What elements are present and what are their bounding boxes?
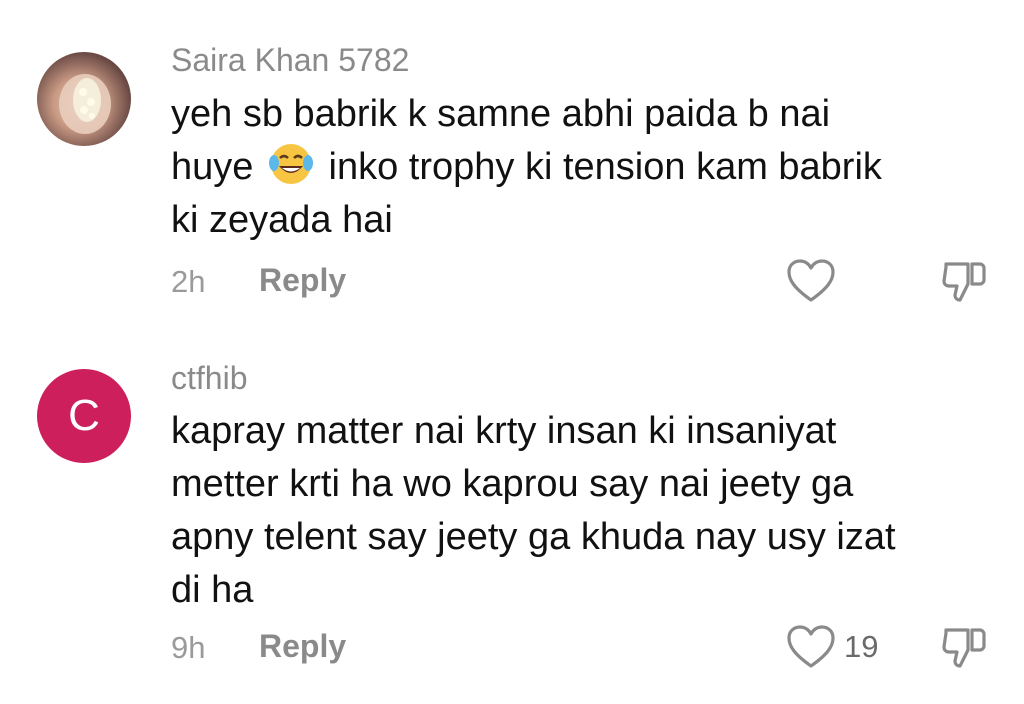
dislike-button[interactable] [940,258,988,309]
comment-timestamp: 9h [171,630,206,665]
avatar-letter: C [68,391,100,440]
like-button[interactable]: 19 [786,624,878,670]
reply-button[interactable]: Reply [259,628,346,665]
like-button[interactable] [786,258,844,304]
comment-text: yeh sb babrik k samne abhi paida b nai h… [171,93,882,241]
dislike-button[interactable] [940,624,988,675]
thumbs-down-outline-icon [942,628,986,668]
face-with-tears-of-joy-icon [268,144,313,184]
reply-button[interactable]: Reply [259,262,346,299]
comment-timestamp: 2h [171,264,206,299]
like-count: 19 [844,629,879,664]
heart-outline-icon [787,259,835,302]
user-avatar[interactable] [37,52,131,146]
comment-username[interactable]: Saira Khan 5782 [171,42,409,79]
avatar-photo-icon [59,74,111,134]
user-avatar[interactable]: C [37,369,131,463]
comment-text: kapray matter nai krty insan ki insaniya… [171,410,896,611]
comment-username[interactable]: ctfhib [171,360,247,397]
thumbs-down-outline-icon [942,262,986,302]
heart-outline-icon [787,625,835,668]
